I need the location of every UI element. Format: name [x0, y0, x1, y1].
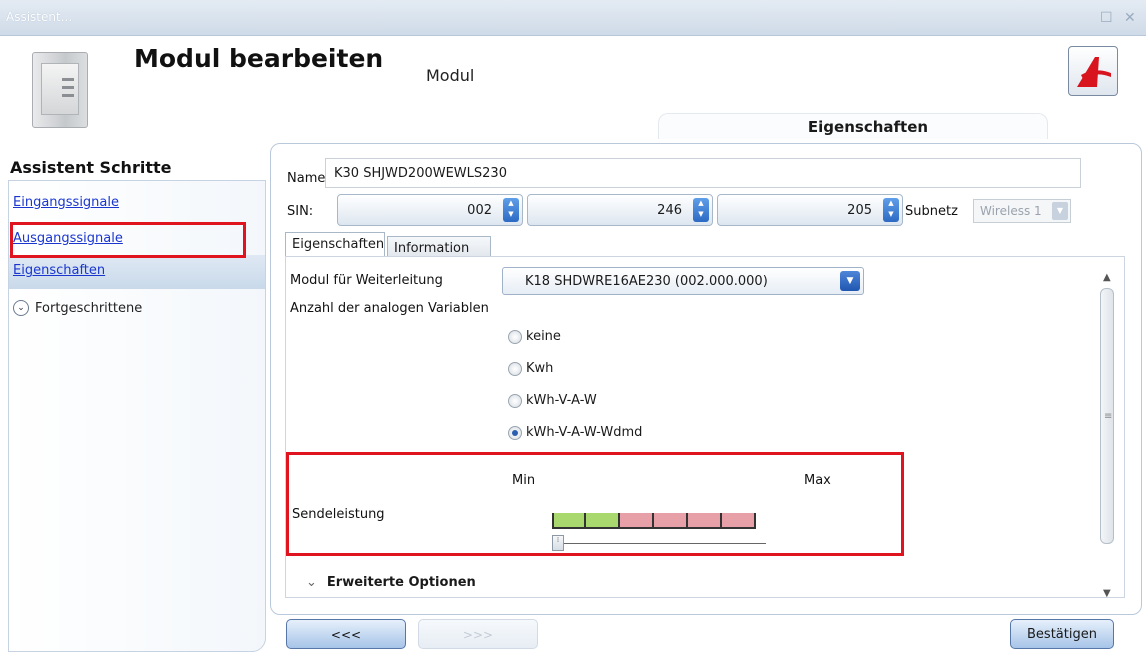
page-subtitle: Modul	[426, 66, 475, 85]
sin-value-3: 205	[847, 203, 872, 218]
page-title: Modul bearbeiten	[134, 44, 384, 73]
subnetz-select: Wireless 1 ▼	[973, 199, 1071, 223]
module-device-icon	[32, 52, 88, 128]
step-fortgeschrittene[interactable]: ⌄ Fortgeschrittene	[9, 291, 265, 325]
step-eigenschaften[interactable]: Eigenschaften	[9, 255, 265, 289]
tab-information[interactable]: Information	[387, 236, 491, 256]
radio-button[interactable]	[508, 393, 522, 408]
properties-section-tab: Eigenschaften	[658, 113, 1048, 139]
forwarding-value: K18 SHDWRE16AE230 (002.000.000)	[525, 274, 768, 289]
app-logo-icon[interactable]	[1068, 46, 1118, 96]
maximize-icon[interactable]: ☐	[1100, 10, 1113, 26]
chevron-down-icon[interactable]: ⌄	[306, 575, 317, 590]
radio-button-selected[interactable]	[508, 425, 522, 440]
step-link[interactable]: Eingangssignale	[13, 195, 119, 210]
window-titlebar: Assistent... ☐ ✕	[0, 0, 1146, 36]
back-button[interactable]: <<<	[286, 619, 406, 649]
next-button: >>>	[418, 619, 538, 649]
step-eingangssignale[interactable]: Eingangssignale	[9, 187, 265, 221]
chevron-down-icon[interactable]: ▼	[840, 271, 860, 291]
tab-eigenschaften[interactable]: Eigenschaften	[285, 232, 385, 256]
stepper-arrows-icon[interactable]: ▲ ▼	[693, 198, 709, 222]
radio-label: kWh-V-A-W-Wdmd	[526, 425, 643, 440]
wizard-steps-title: Assistent Schritte	[10, 158, 172, 177]
radio-kwh-v-a-w[interactable]: kWh-V-A-W	[508, 393, 597, 408]
name-label: Name	[287, 171, 326, 186]
radio-button[interactable]	[508, 329, 522, 344]
close-icon[interactable]: ✕	[1124, 10, 1136, 26]
scroll-down-icon[interactable]: ▼	[1103, 588, 1111, 599]
sin-value-2: 246	[657, 203, 682, 218]
radio-label: kWh-V-A-W	[526, 393, 597, 408]
sin-value-1: 002	[467, 203, 492, 218]
stepper-arrows-icon[interactable]: ▲ ▼	[883, 198, 899, 222]
subnetz-value: Wireless 1	[980, 204, 1042, 218]
grip-icon: ≡	[1104, 411, 1113, 422]
stepper-arrows-icon[interactable]: ▲ ▼	[503, 198, 519, 222]
radio-button[interactable]	[508, 361, 522, 376]
highlight-box	[10, 222, 246, 258]
advanced-options-toggle[interactable]: ⌄ Erweiterte Optionen	[306, 575, 476, 590]
scroll-up-icon[interactable]: ▲	[1103, 272, 1111, 283]
chevron-down-icon[interactable]: ⌄	[13, 300, 29, 316]
sin-stepper-3[interactable]: 205 ▲ ▼	[717, 194, 903, 226]
analog-label: Anzahl der analogen Variablen	[290, 301, 489, 316]
sin-stepper-1[interactable]: 002 ▲ ▼	[337, 194, 523, 226]
window-title: Assistent...	[6, 10, 73, 24]
radio-label: Kwh	[526, 361, 554, 376]
radio-label: keine	[526, 329, 561, 344]
highlight-box	[286, 452, 904, 556]
module-image	[18, 46, 108, 132]
sin-stepper-2[interactable]: 246 ▲ ▼	[527, 194, 713, 226]
advanced-options-label: Erweiterte Optionen	[326, 575, 476, 590]
step-link[interactable]: Eigenschaften	[13, 263, 105, 278]
subnetz-label: Subnetz	[905, 204, 958, 219]
sin-label: SIN:	[287, 204, 314, 219]
vertical-scrollbar[interactable]: ▲ ≡ ▼	[1099, 266, 1117, 604]
scrollbar-thumb[interactable]: ≡	[1100, 288, 1114, 544]
chevron-down-icon: ▼	[1052, 202, 1068, 220]
radio-keine[interactable]: keine	[508, 329, 561, 344]
forwarding-label: Modul für Weiterleitung	[290, 273, 443, 288]
forwarding-select[interactable]: K18 SHDWRE16AE230 (002.000.000) ▼	[502, 267, 864, 295]
main-panel: Name K30 SHJWD200WEWLS230 SIN: 002 ▲ ▼ 24…	[270, 138, 1146, 652]
radio-kwh[interactable]: Kwh	[508, 361, 553, 376]
confirm-button[interactable]: Bestätigen	[1010, 619, 1114, 649]
name-field[interactable]: K30 SHJWD200WEWLS230	[325, 158, 1081, 188]
step-label: Fortgeschrittene	[35, 300, 143, 316]
radio-kwh-v-a-w-wdmd[interactable]: kWh-V-A-W-Wdmd	[508, 425, 642, 440]
